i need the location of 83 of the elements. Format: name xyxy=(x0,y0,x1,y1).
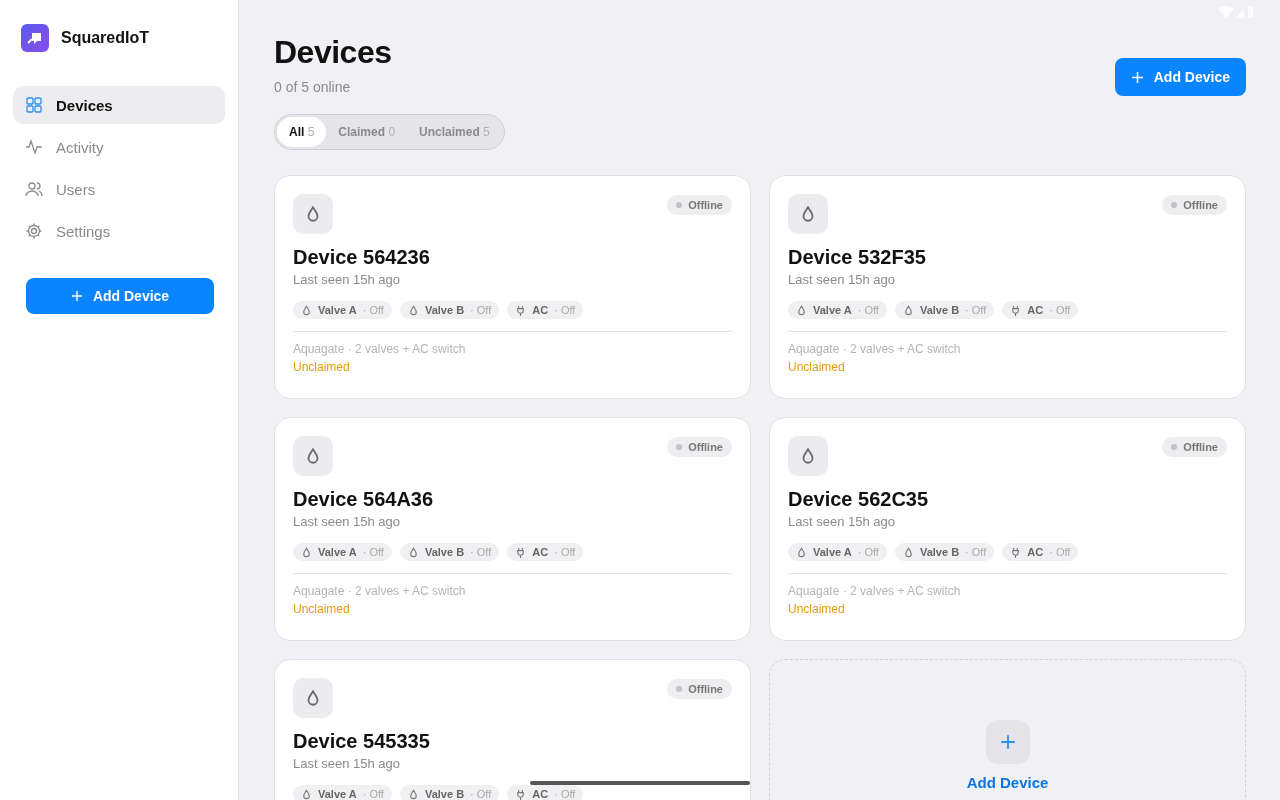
claim-status: Unclaimed xyxy=(788,602,846,616)
claim-status: Unclaimed xyxy=(788,360,846,374)
channel-chip: Valve B · Off xyxy=(399,301,500,319)
add-device-card[interactable]: Add Device xyxy=(769,659,1246,800)
drop-icon xyxy=(301,788,312,800)
status-badge: Offline xyxy=(1162,437,1227,457)
device-description: Aquagate · 2 valves + AC switch xyxy=(293,342,467,356)
nav-item[interactable]: Activity xyxy=(13,128,225,166)
filter-tab[interactable]: All 5 xyxy=(277,117,327,147)
nav-item[interactable]: Devices xyxy=(13,86,225,124)
channel-chip: Valve A · Off xyxy=(293,785,392,800)
grid-icon xyxy=(25,96,43,114)
channel-chip: AC · Off xyxy=(507,543,584,561)
drop-icon xyxy=(407,788,419,800)
drop-icon xyxy=(407,546,419,558)
device-name: Device 564236 xyxy=(293,246,431,269)
device-card[interactable]: Offline Device 562C35 Last seen 15h ago Valve A · Off Valve B · Off AC · Off Aquagate · 2 valves + AC switch Unclaimed xyxy=(769,417,1246,641)
nav-item[interactable]: Settings xyxy=(13,212,225,250)
last-seen: Last seen 15h ago xyxy=(293,272,401,287)
device-card[interactable]: Offline Device 564A36 Last seen 15h ago Valve A · Off Valve B · Off AC · Off Aquagate · 2 valves + AC switch Unclaimed xyxy=(274,417,751,641)
drop-icon xyxy=(293,194,333,234)
drop-icon xyxy=(301,304,312,316)
last-seen: Last seen 15h ago xyxy=(293,756,401,771)
status-badge: Offline xyxy=(1162,195,1227,215)
plug-icon xyxy=(515,788,527,800)
last-seen: Last seen 15h ago xyxy=(788,514,896,529)
logo-icon xyxy=(21,24,49,52)
drop-icon xyxy=(902,304,914,316)
page-title: Devices xyxy=(274,34,392,71)
add-device-button[interactable]: Add Device xyxy=(26,278,214,314)
pulse-icon xyxy=(25,138,43,156)
device-name: Device 562C35 xyxy=(788,488,930,511)
drop-icon xyxy=(293,436,333,476)
claim-status: Unclaimed xyxy=(293,360,351,374)
device-name: Device 564A36 xyxy=(293,488,435,511)
drop-icon xyxy=(796,546,807,558)
plug-icon xyxy=(515,304,527,316)
channel-chip: Valve B · Off xyxy=(894,301,995,319)
device-description: Aquagate · 2 valves + AC switch xyxy=(788,584,962,598)
status-badge: Offline xyxy=(667,437,732,457)
device-card[interactable]: Offline Device 545335 Last seen 15h ago Valve A · Off Valve B · Off AC · Off xyxy=(274,659,751,800)
online-count: 0 of 5 online xyxy=(274,79,352,95)
drop-icon xyxy=(796,304,807,316)
plus-icon xyxy=(1130,70,1144,84)
status-badge: Offline xyxy=(667,195,732,215)
channel-chip: Valve A · Off xyxy=(788,301,887,319)
plug-icon xyxy=(515,546,527,558)
device-name: Device 545335 xyxy=(293,730,431,753)
channel-chip: AC · Off xyxy=(1002,301,1079,319)
device-card[interactable]: Offline Device 532F35 Last seen 15h ago Valve A · Off Valve B · Off AC · Off Aquagate · 2 valves + AC switch Unclaimed xyxy=(769,175,1246,399)
status-badge: Offline xyxy=(667,679,732,699)
device-card[interactable]: Offline Device 564236 Last seen 15h ago Valve A · Off Valve B · Off AC · Off Aquagate · 2 valves + AC switch Unclaimed xyxy=(274,175,751,399)
channel-chip: AC · Off xyxy=(507,785,584,800)
plug-icon xyxy=(1010,546,1022,558)
plus-icon xyxy=(70,290,83,302)
users-icon xyxy=(25,180,43,198)
channel-chip: AC · Off xyxy=(507,301,584,319)
drop-icon xyxy=(293,678,333,718)
drop-icon xyxy=(788,194,828,234)
nav-item[interactable]: Users xyxy=(13,170,225,208)
drop-icon xyxy=(407,304,419,316)
last-seen: Last seen 15h ago xyxy=(788,272,896,287)
channel-chip: AC · Off xyxy=(1002,543,1079,561)
channel-chip: Valve B · Off xyxy=(399,785,500,800)
drop-icon xyxy=(902,546,914,558)
channel-chip: Valve B · Off xyxy=(894,543,995,561)
settings-icon xyxy=(25,222,43,240)
device-description: Aquagate · 2 valves + AC switch xyxy=(293,584,467,598)
drop-icon xyxy=(788,436,828,476)
channel-chip: Valve A · Off xyxy=(293,543,392,561)
add-device-label: Add Device xyxy=(966,774,1049,791)
device-name: Device 532F35 xyxy=(788,246,927,269)
channel-chip: Valve A · Off xyxy=(788,543,887,561)
claim-status: Unclaimed xyxy=(293,602,351,616)
plus-icon xyxy=(985,720,1030,764)
channel-chip: Valve A · Off xyxy=(293,301,392,319)
last-seen: Last seen 15h ago xyxy=(293,514,401,529)
drop-icon xyxy=(301,546,312,558)
plug-icon xyxy=(1010,304,1022,316)
app-name: SquaredIoT xyxy=(61,29,149,47)
device-description: Aquagate · 2 valves + AC switch xyxy=(788,342,962,356)
add-device-button[interactable]: Add Device xyxy=(1114,58,1246,96)
channel-chip: Valve B · Off xyxy=(399,543,500,561)
